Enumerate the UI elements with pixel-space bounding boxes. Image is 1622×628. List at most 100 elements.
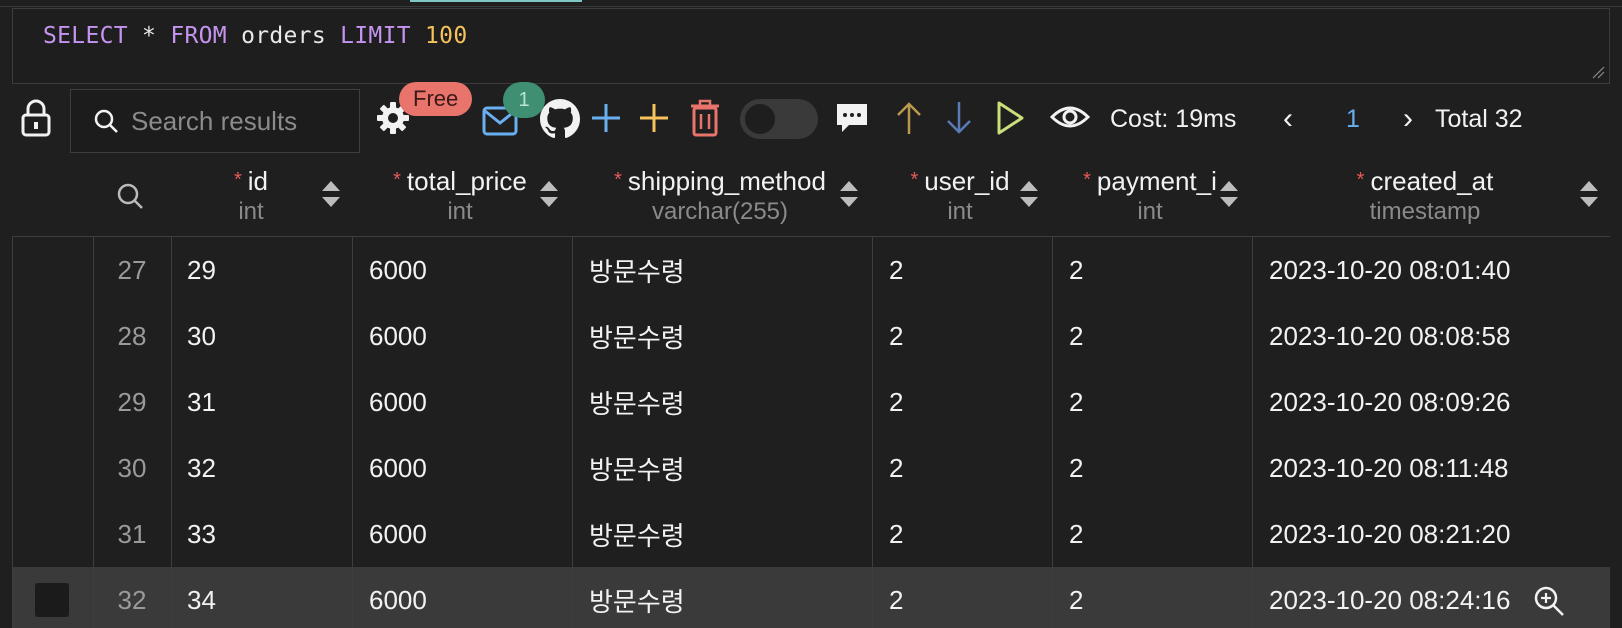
table-cell-payment-i[interactable]: 2 bbox=[1069, 567, 1083, 628]
zoom-in-icon[interactable] bbox=[1533, 585, 1565, 617]
table-cell-id[interactable]: 31 bbox=[187, 369, 216, 435]
column-name-text: user_id bbox=[924, 166, 1010, 196]
delete-trash-icon[interactable] bbox=[689, 99, 721, 137]
table-cell-created-at[interactable]: 2023-10-20 08:21:20 bbox=[1269, 501, 1510, 567]
column-search-icon[interactable] bbox=[116, 182, 144, 210]
table-cell-user-id[interactable]: 2 bbox=[889, 501, 903, 567]
table-cell-total-price[interactable]: 6000 bbox=[369, 567, 427, 628]
sort-icon[interactable] bbox=[320, 178, 342, 210]
tab-strip bbox=[0, 0, 1622, 7]
sort-icon[interactable] bbox=[538, 178, 560, 210]
column-name-text: total_price bbox=[406, 166, 527, 196]
required-marker: * bbox=[393, 169, 401, 191]
table-cell-payment-i[interactable]: 2 bbox=[1069, 435, 1083, 501]
table-cell-total-price[interactable]: 6000 bbox=[369, 501, 427, 567]
table-cell-created-at[interactable]: 2023-10-20 08:09:26 bbox=[1269, 369, 1510, 435]
prev-page-button[interactable]: ‹ bbox=[1283, 102, 1293, 136]
column-header-created-at[interactable]: * created_at timestamp bbox=[1250, 160, 1600, 236]
column-header-shipping-method[interactable]: * shipping_method varchar(255) bbox=[570, 160, 870, 236]
table-cell-user-id[interactable]: 2 bbox=[889, 303, 903, 369]
column-divider bbox=[1052, 237, 1053, 628]
table-cell-id[interactable]: 32 bbox=[187, 435, 216, 501]
table-cell-id[interactable]: 29 bbox=[187, 237, 216, 303]
results-table: 27 29 6000 방문수령 2 2 2023-10-20 08:01:40 28 30 600… bbox=[12, 236, 1610, 628]
table-cell-user-id[interactable]: 2 bbox=[889, 435, 903, 501]
column-divider bbox=[352, 237, 353, 628]
table-row[interactable]: 29 31 6000 방문수령 2 2 2023-10-20 08:09:26 bbox=[13, 369, 1610, 435]
required-marker: * bbox=[233, 169, 242, 191]
table-cell-total-price[interactable]: 6000 bbox=[369, 435, 427, 501]
table-row[interactable]: 27 29 6000 방문수령 2 2 2023-10-20 08:01:40 bbox=[13, 237, 1610, 303]
table-row[interactable]: 28 30 6000 방문수령 2 2 2023-10-20 08:08:58 bbox=[13, 303, 1610, 369]
search-results-input[interactable] bbox=[129, 104, 353, 138]
column-type: int bbox=[238, 198, 264, 225]
next-page-button[interactable]: › bbox=[1403, 102, 1413, 136]
table-cell-id[interactable]: 34 bbox=[187, 567, 216, 628]
sort-icon[interactable] bbox=[1578, 178, 1600, 210]
arrow-up-icon[interactable] bbox=[895, 100, 923, 136]
table-cell-shipping-method[interactable]: 방문수령 bbox=[589, 501, 685, 567]
mail-count-badge: 1 bbox=[503, 82, 545, 118]
table-cell-shipping-method[interactable]: 방문수령 bbox=[589, 567, 685, 628]
search-icon bbox=[94, 109, 118, 133]
column-header-id[interactable]: * id int bbox=[170, 160, 332, 236]
row-number: 29 bbox=[117, 386, 147, 417]
run-play-icon[interactable] bbox=[995, 100, 1025, 136]
table-cell-user-id[interactable]: 2 bbox=[889, 567, 903, 628]
required-marker: * bbox=[614, 169, 622, 191]
table-cell-payment-i[interactable]: 2 bbox=[1069, 501, 1083, 567]
table-cell-created-at[interactable]: 2023-10-20 08:11:48 bbox=[1269, 435, 1509, 501]
comment-icon[interactable] bbox=[835, 101, 869, 135]
table-row[interactable]: 30 32 6000 방문수령 2 2 2023-10-20 08:11:48 bbox=[13, 435, 1610, 501]
table-cell-shipping-method[interactable]: 방문수령 bbox=[589, 369, 685, 435]
sql-token: LIMIT bbox=[340, 23, 411, 49]
toggle-switch[interactable] bbox=[740, 99, 818, 139]
table-cell-shipping-method[interactable]: 방문수령 bbox=[589, 303, 685, 369]
sql-token: FROM bbox=[170, 23, 227, 49]
add-row-alt-icon[interactable] bbox=[638, 102, 670, 134]
table-cell-id[interactable]: 33 bbox=[187, 501, 216, 567]
table-row[interactable]: 31 33 6000 방문수령 2 2 2023-10-20 08:21:20 bbox=[13, 501, 1610, 567]
sort-icon[interactable] bbox=[838, 178, 860, 210]
table-cell-user-id[interactable]: 2 bbox=[889, 369, 903, 435]
table-cell-payment-i[interactable]: 2 bbox=[1069, 237, 1083, 303]
sql-token: * bbox=[127, 23, 171, 49]
resize-grip-icon[interactable] bbox=[1591, 65, 1605, 79]
column-name: * shipping_method bbox=[570, 166, 870, 197]
sort-icon[interactable] bbox=[1018, 178, 1040, 210]
table-header: * id int * total_price int * shipping_method var… bbox=[0, 160, 1622, 236]
column-divider bbox=[572, 237, 573, 628]
row-checkbox[interactable] bbox=[35, 583, 69, 617]
table-cell-created-at[interactable]: 2023-10-20 08:01:40 bbox=[1269, 237, 1510, 303]
free-badge[interactable]: Free bbox=[399, 82, 473, 116]
sort-icon[interactable] bbox=[1218, 178, 1240, 210]
table-cell-created-at[interactable]: 2023-10-20 08:08:58 bbox=[1269, 303, 1510, 369]
table-cell-total-price[interactable]: 6000 bbox=[369, 237, 427, 303]
table-cell-shipping-method[interactable]: 방문수령 bbox=[589, 237, 685, 303]
table-cell-id[interactable]: 30 bbox=[187, 303, 216, 369]
table-row[interactable]: 32 34 6000 방문수령 2 2 2023-10-20 08:24:16 bbox=[13, 567, 1610, 628]
column-name-text: shipping_method bbox=[627, 166, 826, 196]
column-header-total-price[interactable]: * total_price int bbox=[350, 160, 570, 236]
table-cell-payment-i[interactable]: 2 bbox=[1069, 369, 1083, 435]
search-results-box[interactable] bbox=[70, 89, 360, 153]
github-icon[interactable] bbox=[540, 99, 580, 139]
table-cell-user-id[interactable]: 2 bbox=[889, 237, 903, 303]
table-cell-total-price[interactable]: 6000 bbox=[369, 369, 427, 435]
required-marker: * bbox=[1356, 169, 1365, 191]
sql-query[interactable]: SELECT * FROM orders LIMIT 100 bbox=[43, 23, 467, 49]
arrow-down-icon[interactable] bbox=[945, 100, 973, 136]
column-name: * id bbox=[170, 166, 332, 197]
current-page[interactable]: 1 bbox=[1346, 105, 1360, 134]
add-row-icon[interactable] bbox=[590, 102, 622, 134]
table-cell-total-price[interactable]: 6000 bbox=[369, 303, 427, 369]
lock-icon[interactable] bbox=[20, 98, 52, 138]
column-divider bbox=[872, 237, 873, 628]
required-marker: * bbox=[910, 169, 919, 191]
table-cell-created-at[interactable]: 2023-10-20 08:24:16 bbox=[1269, 567, 1510, 628]
eye-icon[interactable] bbox=[1050, 102, 1090, 132]
table-cell-shipping-method[interactable]: 방문수령 bbox=[589, 435, 685, 501]
sql-editor[interactable]: SELECT * FROM orders LIMIT 100 bbox=[12, 8, 1610, 84]
table-cell-payment-i[interactable]: 2 bbox=[1069, 303, 1083, 369]
